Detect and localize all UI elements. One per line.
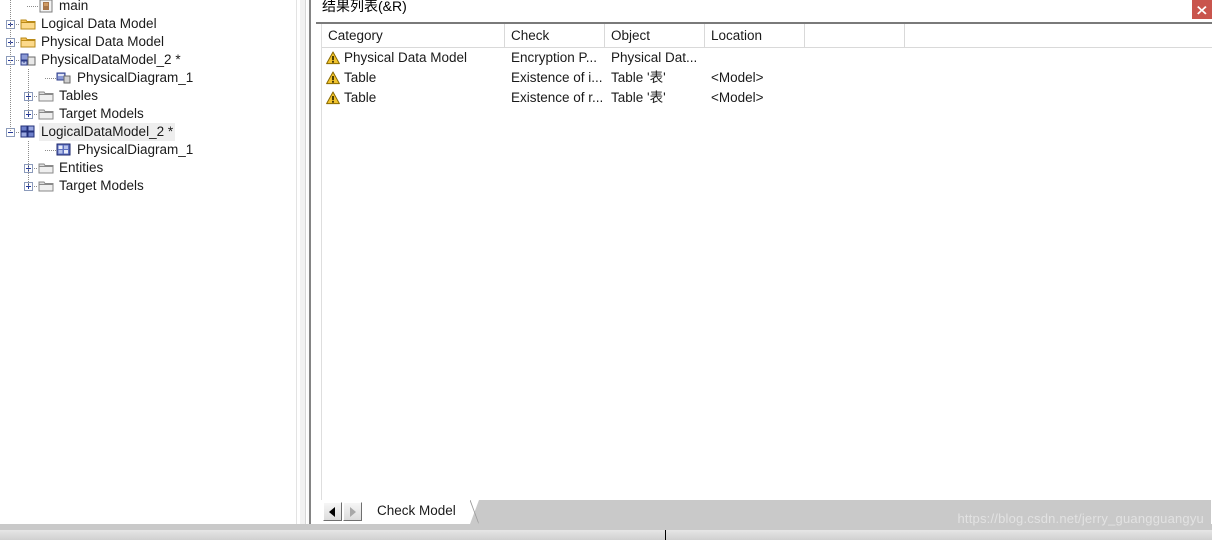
- table-row[interactable]: Physical Data Model Encryption P... Physic…: [322, 48, 1212, 68]
- tree-item-label: Entities: [59, 160, 104, 175]
- tree-item-physicaldiagram-1[interactable]: PhysicalDiagram_1: [0, 69, 290, 87]
- splitter-line-3: [305, 0, 306, 540]
- tree-guide-line: [28, 69, 29, 114]
- cell-category: Physical Data Model: [344, 50, 468, 65]
- tree-item-label: Physical Data Model: [41, 34, 165, 49]
- tab-scroll-next-button[interactable]: [343, 502, 362, 521]
- cell-check: Existence of i...: [511, 70, 603, 85]
- tree-item-target-models[interactable]: Target Models: [0, 177, 290, 195]
- watermark-text: https://blog.csdn.net/jerry_guangguangyu: [957, 511, 1204, 526]
- folder-gray-icon: [38, 107, 54, 121]
- tree-item-main[interactable]: main: [0, 0, 290, 15]
- status-bar-lower: [0, 530, 1212, 540]
- tree-item-label: PhysicalDataModel_2 *: [41, 52, 181, 67]
- cell-object: Table '表': [611, 70, 666, 85]
- tree-item-entities[interactable]: Entities: [0, 159, 290, 177]
- tree-item-label: main: [59, 0, 89, 13]
- cell-check: Existence of r...: [511, 90, 604, 105]
- tree-item-logicaldatamodel-2[interactable]: LogicalDataModel_2 *: [0, 123, 290, 141]
- tree-item-label: Target Models: [59, 106, 144, 121]
- folder-gray-icon: [38, 179, 54, 193]
- tree-item-physical-data-model[interactable]: Physical Data Model: [0, 33, 290, 51]
- tree-item-label: PhysicalDiagram_1: [77, 70, 194, 85]
- tab-right-edge: [470, 500, 479, 524]
- cell-check: Encryption P...: [511, 50, 598, 65]
- folder-gray-icon: [38, 161, 54, 175]
- tree-item-label: PhysicalDiagram_1: [77, 142, 194, 157]
- tree-guide-line: [27, 6, 38, 7]
- folder-icon: [20, 17, 36, 31]
- group-box-title: 结果列表(&R): [322, 0, 407, 14]
- tree-guide-line: [10, 0, 11, 132]
- status-bar-divider: [665, 530, 666, 540]
- tree-item-tables[interactable]: Tables: [0, 87, 290, 105]
- cell-location: <Model>: [711, 90, 764, 105]
- cell-object: Table '表': [611, 90, 666, 105]
- tab-check-model[interactable]: Check Model: [365, 500, 470, 524]
- triangle-left-icon: [329, 507, 335, 517]
- tree-item-label: Logical Data Model: [41, 16, 157, 31]
- tree-item-label: Target Models: [59, 178, 144, 193]
- column-header-category[interactable]: Category: [322, 24, 505, 47]
- tree-item-physicaldiagram-1[interactable]: PhysicalDiagram_1: [0, 141, 290, 159]
- tree-guide-line: [45, 78, 56, 79]
- tree-item-label: Tables: [59, 88, 99, 103]
- table-row[interactable]: Table Existence of i... Table '表' <Model>: [322, 68, 1212, 88]
- tree-guide-line: [45, 150, 56, 151]
- tree-item-target-models[interactable]: Target Models: [0, 105, 290, 123]
- listview-body[interactable]: Physical Data Model Encryption P... Physic…: [322, 48, 1212, 108]
- physical-diagram-icon: [56, 71, 72, 85]
- triangle-right-icon: [350, 507, 356, 517]
- physical-model-icon: [20, 53, 36, 67]
- column-header-location[interactable]: Location: [705, 24, 805, 47]
- tab-scroll-buttons[interactable]: [323, 502, 363, 521]
- panel-splitter[interactable]: [290, 0, 316, 540]
- cell-category: Table: [344, 70, 377, 85]
- column-header-check[interactable]: Check: [505, 24, 605, 47]
- logical-diagram-icon: [56, 143, 72, 157]
- logical-model-icon: [20, 125, 36, 139]
- cell-category: Table: [344, 90, 377, 105]
- folder-icon: [20, 35, 36, 49]
- tree-guide-line: [28, 141, 29, 186]
- cell-location: [705, 48, 805, 68]
- listview-header[interactable]: Category Check Object Location: [322, 24, 1212, 48]
- tab-scroll-prev-button[interactable]: [323, 502, 342, 521]
- tree-item-label: LogicalDataModel_2 *: [39, 123, 176, 141]
- tree-item-logical-data-model[interactable]: Logical Data Model: [0, 15, 290, 33]
- column-header-blank[interactable]: [805, 24, 905, 47]
- cell-location: <Model>: [711, 70, 764, 85]
- package-icon: [38, 0, 54, 13]
- splitter-line-1: [296, 0, 297, 540]
- results-listview[interactable]: Category Check Object Location Physical Dat…: [321, 24, 1212, 500]
- model-explorer-panel[interactable]: main Logical Data Model Physical Data Mode…: [0, 0, 290, 540]
- column-header-object[interactable]: Object: [605, 24, 705, 47]
- close-button[interactable]: [1192, 0, 1212, 19]
- folder-gray-icon: [38, 89, 54, 103]
- table-row[interactable]: Table Existence of r... Table '表' <Model>: [322, 88, 1212, 108]
- tree-item-physicaldatamodel-2[interactable]: PhysicalDataModel_2 *: [0, 51, 290, 69]
- check-model-dialog: 结果列表(&R) Category Check Object Location Phy…: [316, 0, 1212, 540]
- close-icon: [1197, 6, 1207, 15]
- cell-object: Physical Dat...: [611, 50, 698, 65]
